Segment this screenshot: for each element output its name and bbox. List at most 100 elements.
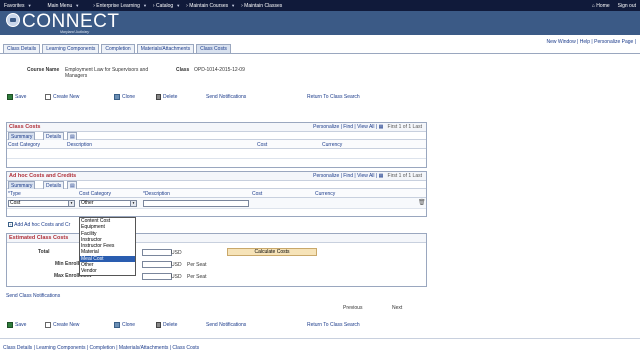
judiciary-logo-icon	[6, 13, 20, 27]
clone-button[interactable]: Clone	[114, 94, 135, 100]
currency-label: USD	[171, 250, 182, 256]
nav-main-menu[interactable]: Main Menu ▼	[48, 3, 80, 9]
course-name-value: Employment Law for Supervisors and Manag…	[65, 67, 149, 79]
nav-maintain-classes[interactable]: › Maintain Classes	[241, 3, 282, 9]
chevron-down-icon: ▼	[75, 3, 80, 8]
return-to-class-search-button[interactable]: Return To Class Search	[307, 322, 360, 328]
tab-summary[interactable]: Summary	[8, 181, 36, 189]
class-costs-column-headers: Cost Category Description Cost Currency	[7, 140, 426, 149]
download-icon[interactable]: ▦	[379, 173, 384, 179]
next-link[interactable]: Next	[392, 305, 402, 311]
previous-link[interactable]: Previous	[343, 305, 362, 311]
grid-pager: First 1 of 1 Last	[387, 173, 422, 179]
grid-nav-links[interactable]: Personalize | Find | View All |	[313, 124, 377, 130]
sign-out-link[interactable]: Sign out	[618, 3, 636, 9]
grid-nav-links[interactable]: Personalize | Find | View All |	[313, 173, 377, 179]
chevron-down-icon: ▼	[68, 201, 74, 206]
class-value: OPD-1014-2015-12-09	[194, 67, 245, 73]
estimated-title: Estimated Class Costs	[9, 235, 69, 241]
tab-details[interactable]: Details	[43, 181, 65, 189]
class-costs-grid: Class Costs Personalize | Find | View Al…	[6, 122, 427, 168]
return-to-class-search-button[interactable]: Return To Class Search	[307, 94, 360, 100]
cost-category-select[interactable]: Other ▼	[79, 200, 137, 207]
col-currency: Currency	[315, 191, 336, 197]
description-input[interactable]	[143, 200, 249, 207]
currency-label: USD	[171, 262, 182, 268]
grid-pager: First 1 of 1 Last	[387, 124, 422, 130]
create-new-button[interactable]: Create New	[45, 94, 79, 100]
toolbar-bottom: Save Create New Clone Delete Send Notifi…	[7, 322, 427, 330]
home-link[interactable]: ⌂ Home	[592, 3, 610, 9]
tab-details[interactable]: Details	[43, 132, 65, 140]
chevron-down-icon: ▼	[231, 3, 236, 8]
type-select[interactable]: Cost ▼	[8, 200, 75, 207]
class-label: Class	[176, 67, 190, 73]
currency-label: USD	[171, 274, 182, 280]
col-description: *Description	[143, 191, 170, 197]
adhoc-costs-grid: Ad hoc Costs and Credits Personalize | F…	[6, 171, 427, 217]
per-seat-label: Per Seat	[187, 262, 207, 268]
nav-catalog[interactable]: › Catalog ▼	[153, 3, 180, 9]
brand-subtitle: Maryland Judiciary	[60, 30, 90, 34]
clone-icon	[114, 322, 120, 328]
chevron-down-icon: ▼	[130, 201, 136, 206]
adhoc-nav: Personalize | Find | View All | ▦ First …	[313, 173, 422, 179]
show-all-columns-icon[interactable]: ▤	[67, 132, 77, 140]
cost-category-dropdown[interactable]: Content Cost Equipment Facility Instruct…	[79, 217, 136, 276]
dropdown-option[interactable]: Vendor	[80, 268, 135, 274]
table-row	[7, 149, 426, 159]
save-button[interactable]: Save	[7, 322, 26, 328]
show-all-columns-icon[interactable]: ▤	[67, 181, 77, 189]
table-row: Cost ▼ Other ▼ 🗑	[7, 198, 426, 209]
min-cost-field	[142, 261, 172, 268]
nav-enterprise-learning[interactable]: › Enterprise Learning ▼	[93, 3, 147, 9]
plus-icon: +	[8, 222, 13, 227]
divider	[0, 338, 640, 339]
col-cost-category: Cost Category	[8, 142, 40, 148]
calculate-costs-button[interactable]: Calculate Costs	[227, 248, 317, 256]
download-icon[interactable]: ▦	[379, 124, 384, 130]
class-costs-header: Class Costs Personalize | Find | View Al…	[7, 123, 426, 132]
chevron-down-icon: ▼	[142, 3, 147, 8]
total-field	[142, 249, 172, 256]
home-icon: ⌂	[591, 2, 595, 9]
new-document-icon	[45, 94, 51, 100]
clone-icon	[114, 94, 120, 100]
delete-row-icon[interactable]: 🗑	[418, 199, 426, 206]
delete-button[interactable]: Delete	[156, 94, 177, 100]
create-new-button[interactable]: Create New	[45, 322, 79, 328]
send-class-notifications-link[interactable]: Send Class Notifications	[6, 293, 60, 299]
top-nav-bar: Favorites ▼ Main Menu ▼ › Enterprise Learn…	[0, 0, 640, 11]
tab-divider	[0, 53, 640, 54]
class-costs-title: Class Costs	[9, 124, 41, 130]
estimated-header	[7, 234, 426, 243]
chevron-down-icon: ▼	[176, 3, 181, 8]
max-cost-field	[142, 273, 172, 280]
course-name-label: Course Name	[27, 67, 60, 73]
save-icon	[7, 94, 13, 100]
send-notifications-button[interactable]: Send Notifications	[206, 322, 246, 328]
adhoc-column-headers: *Type Cost Category *Description Cost Cu…	[7, 189, 426, 198]
adhoc-title: Ad hoc Costs and Credits	[9, 173, 77, 179]
page-utility-links[interactable]: New Window | Help | Personalize Page |	[547, 39, 637, 45]
col-type: *Type	[8, 191, 21, 197]
nav-maintain-courses[interactable]: › Maintain Courses ▼	[186, 3, 235, 9]
footer-links[interactable]: Class Details | Learning Components | Co…	[3, 345, 199, 351]
send-notifications-button[interactable]: Send Notifications	[206, 94, 246, 100]
clone-button[interactable]: Clone	[114, 322, 135, 328]
delete-button[interactable]: Delete	[156, 322, 177, 328]
save-icon	[7, 322, 13, 328]
chevron-down-icon: ▼	[27, 3, 32, 8]
nav-favorites[interactable]: Favorites ▼	[4, 3, 32, 9]
col-cost-category: Cost Category	[79, 191, 111, 197]
col-cost: Cost	[252, 191, 263, 197]
add-adhoc-link[interactable]: + Add Ad hoc Costs and Cr	[8, 222, 70, 228]
new-document-icon	[45, 322, 51, 328]
save-button[interactable]: Save	[7, 94, 26, 100]
col-cost: Cost	[257, 142, 268, 148]
trash-icon	[156, 94, 161, 100]
header-banner: CONNECT Maryland Judiciary	[0, 11, 640, 35]
toolbar-top: Save Create New Clone Delete Send Notifi…	[7, 94, 427, 102]
tab-summary[interactable]: Summary	[8, 132, 36, 140]
col-currency: Currency	[322, 142, 343, 148]
